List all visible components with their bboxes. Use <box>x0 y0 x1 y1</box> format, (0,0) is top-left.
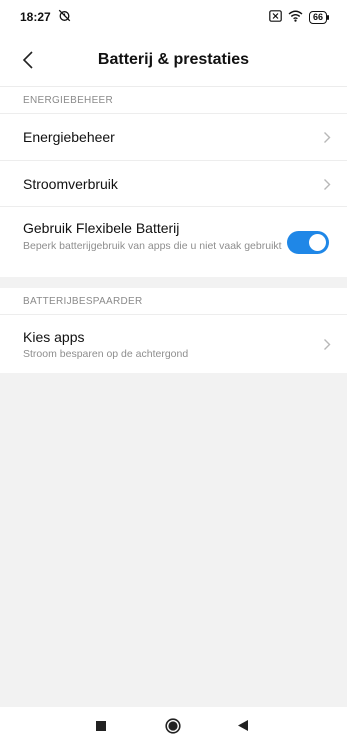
chevron-right-icon <box>324 178 331 190</box>
chevron-right-icon <box>324 339 331 350</box>
row-subtitle: Stroom besparen op de achtergond <box>23 348 189 360</box>
back-triangle-icon <box>238 720 248 731</box>
home-circle-icon <box>165 718 181 734</box>
power-section: ENERGIEBEHEER Energiebeheer Stroomverbru… <box>0 87 347 277</box>
recents-square-icon <box>96 721 106 731</box>
page-title: Batterij & prestaties <box>97 51 250 68</box>
recents-button[interactable] <box>95 719 107 737</box>
app-header: Batterij & prestaties <box>0 34 347 87</box>
row-label: Stroomverbruik <box>23 176 118 192</box>
row-label: Kies apps <box>23 329 85 345</box>
chevron-right-icon <box>324 132 331 143</box>
row-energiebeheer[interactable]: Energiebeheer <box>0 114 347 161</box>
row-label: Gebruik Flexibele Batterij <box>23 220 180 236</box>
row-label: Energiebeheer <box>23 129 115 145</box>
wifi-icon <box>288 10 303 25</box>
back-nav-button[interactable] <box>237 719 249 737</box>
saver-section: BATTERIJBESPAARDER Kies apps Stroom besp… <box>0 288 347 373</box>
battery-icon: 66 <box>308 10 330 24</box>
row-stroomverbruik[interactable]: Stroomverbruik <box>0 161 347 207</box>
status-time: 18:27 <box>20 10 51 24</box>
section-label-saver: BATTERIJBESPAARDER <box>0 288 347 315</box>
sim-x-icon <box>269 9 282 25</box>
row-flexible-battery[interactable]: Gebruik Flexibele Batterij Beperk batter… <box>0 207 347 277</box>
row-subtitle: Beperk batterijgebruik van apps die u ni… <box>23 240 282 252</box>
alarm-off-icon <box>58 9 71 25</box>
flexible-battery-toggle[interactable] <box>287 231 329 254</box>
home-button[interactable] <box>165 718 181 739</box>
navigation-bar <box>0 707 347 750</box>
row-kies-apps[interactable]: Kies apps Stroom besparen op de achtergo… <box>0 315 347 373</box>
section-label-power: ENERGIEBEHEER <box>0 87 347 114</box>
status-bar: 18:27 66 <box>0 0 347 34</box>
toggle-knob <box>309 234 326 251</box>
